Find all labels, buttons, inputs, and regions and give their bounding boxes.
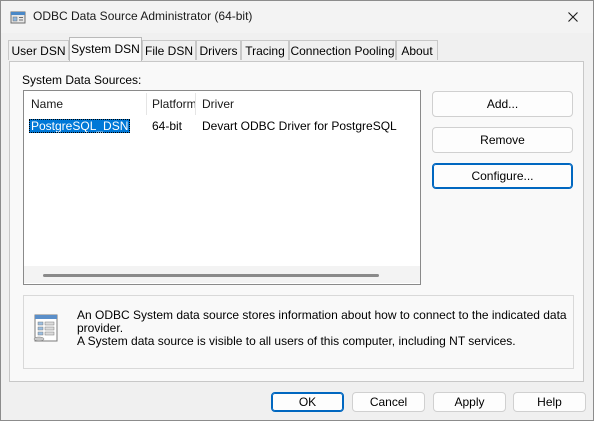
column-header-platform[interactable]: Platform — [152, 97, 197, 111]
column-separator[interactable] — [195, 93, 196, 115]
row-name-cell[interactable]: PostgreSQL_DSN — [29, 119, 131, 133]
info-line: A System data source is visible to all u… — [77, 334, 516, 348]
info-description: An ODBC System data source stores inform… — [77, 309, 571, 348]
configure-button[interactable]: Configure... — [432, 163, 573, 189]
system-data-sources-label: System Data Sources: — [22, 73, 142, 87]
help-button[interactable]: Help — [513, 392, 586, 412]
apply-button[interactable]: Apply — [433, 392, 506, 412]
odbc-admin-window: ODBC Data Source Administrator (64-bit) … — [0, 0, 594, 421]
column-header-name[interactable]: Name — [31, 97, 63, 111]
remove-button[interactable]: Remove — [432, 127, 573, 153]
horizontal-scrollbar[interactable] — [24, 266, 420, 283]
title-bar: ODBC Data Source Administrator (64-bit) — [1, 1, 593, 33]
database-info-icon — [33, 314, 58, 342]
column-header-driver[interactable]: Driver — [202, 97, 234, 111]
tab-user-dsn[interactable]: User DSN — [8, 40, 69, 60]
odbc-admin-icon — [10, 11, 26, 24]
tab-drivers[interactable]: Drivers — [196, 40, 241, 60]
info-line: An ODBC System data source stores inform… — [77, 308, 567, 335]
cancel-button[interactable]: Cancel — [352, 392, 425, 412]
row-driver-cell[interactable]: Devart ODBC Driver for PostgreSQL — [202, 119, 397, 133]
tab-connection-pooling[interactable]: Connection Pooling — [289, 40, 396, 60]
tab-system-dsn[interactable]: System DSN — [69, 37, 142, 61]
close-button[interactable] — [553, 1, 593, 33]
add-button[interactable]: Add... — [432, 91, 573, 117]
scrollbar-thumb[interactable] — [43, 274, 379, 277]
tab-about[interactable]: About — [396, 40, 438, 60]
tab-tracing[interactable]: Tracing — [241, 40, 289, 60]
ok-button[interactable]: OK — [271, 392, 344, 412]
tab-file-dsn[interactable]: File DSN — [142, 40, 196, 60]
row-platform-cell[interactable]: 64-bit — [152, 119, 182, 133]
column-separator[interactable] — [146, 93, 147, 115]
data-sources-list[interactable]: Name Platform Driver PostgreSQL_DSN 64-b… — [23, 90, 421, 285]
close-icon — [568, 12, 578, 22]
window-title: ODBC Data Source Administrator (64-bit) — [33, 9, 253, 23]
